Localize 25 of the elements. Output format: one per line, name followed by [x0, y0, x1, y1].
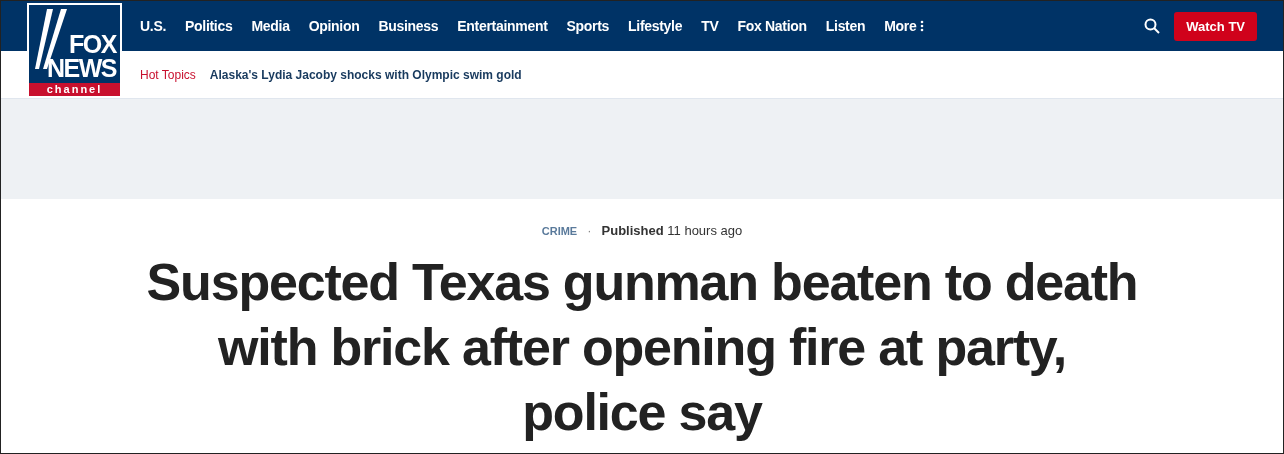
nav-link[interactable]: Opinion [308, 18, 360, 34]
nav-link[interactable]: Fox Nation [737, 18, 807, 34]
topic-link[interactable]: Alaska's Lydia Jacoby shocks with Olympic swim gold [209, 67, 522, 82]
logo-text: NEWS [47, 56, 118, 80]
nav-link[interactable]: Entertainment [457, 18, 548, 34]
nav-link[interactable]: Listen [825, 18, 866, 34]
headline: Suspected Texas gunman beaten to death with brick after opening fire at party, police say [145, 252, 1139, 443]
separator: · [587, 223, 592, 238]
nav-link[interactable]: More [884, 18, 925, 34]
nav-link[interactable]: Lifestyle [628, 18, 683, 34]
more-icon [920, 20, 925, 32]
published-date: Published 11 hours ago [601, 223, 743, 238]
hot-topics-label: Hot Topics [140, 67, 196, 82]
logo-band: channel [29, 83, 120, 96]
category-link[interactable]: CRIME [541, 224, 578, 237]
logo[interactable]: FOX NEWS channel [27, 3, 122, 98]
nav-link[interactable]: Politics [185, 18, 233, 34]
watch-tv-button[interactable]: Watch TV [1174, 11, 1257, 41]
nav-link[interactable]: Sports [566, 18, 610, 34]
nav-link[interactable]: Business [378, 18, 439, 34]
search-icon[interactable] [1144, 18, 1161, 34]
nav-link[interactable]: TV [701, 18, 719, 34]
nav-link[interactable]: U.S. [140, 18, 167, 34]
logo-text: FOX [69, 32, 118, 56]
nav-link[interactable]: Media [251, 18, 290, 34]
